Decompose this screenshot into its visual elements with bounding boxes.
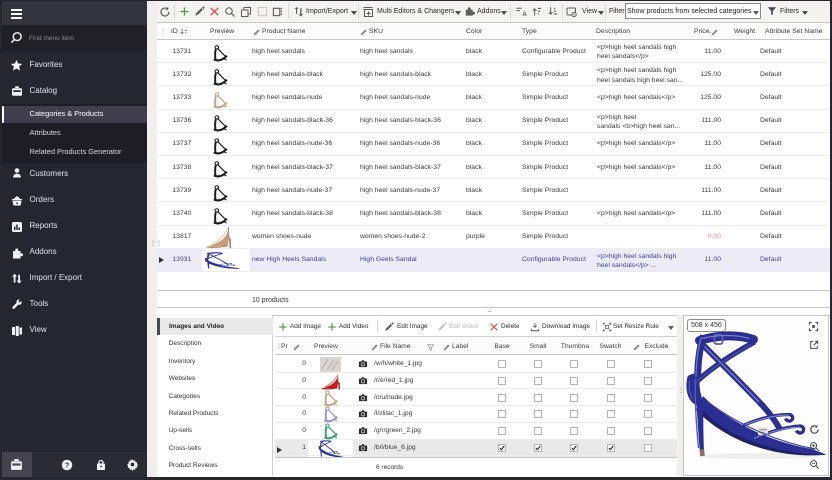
svg-text:A: A: [522, 12, 527, 18]
svg-text:?: ?: [65, 460, 70, 469]
